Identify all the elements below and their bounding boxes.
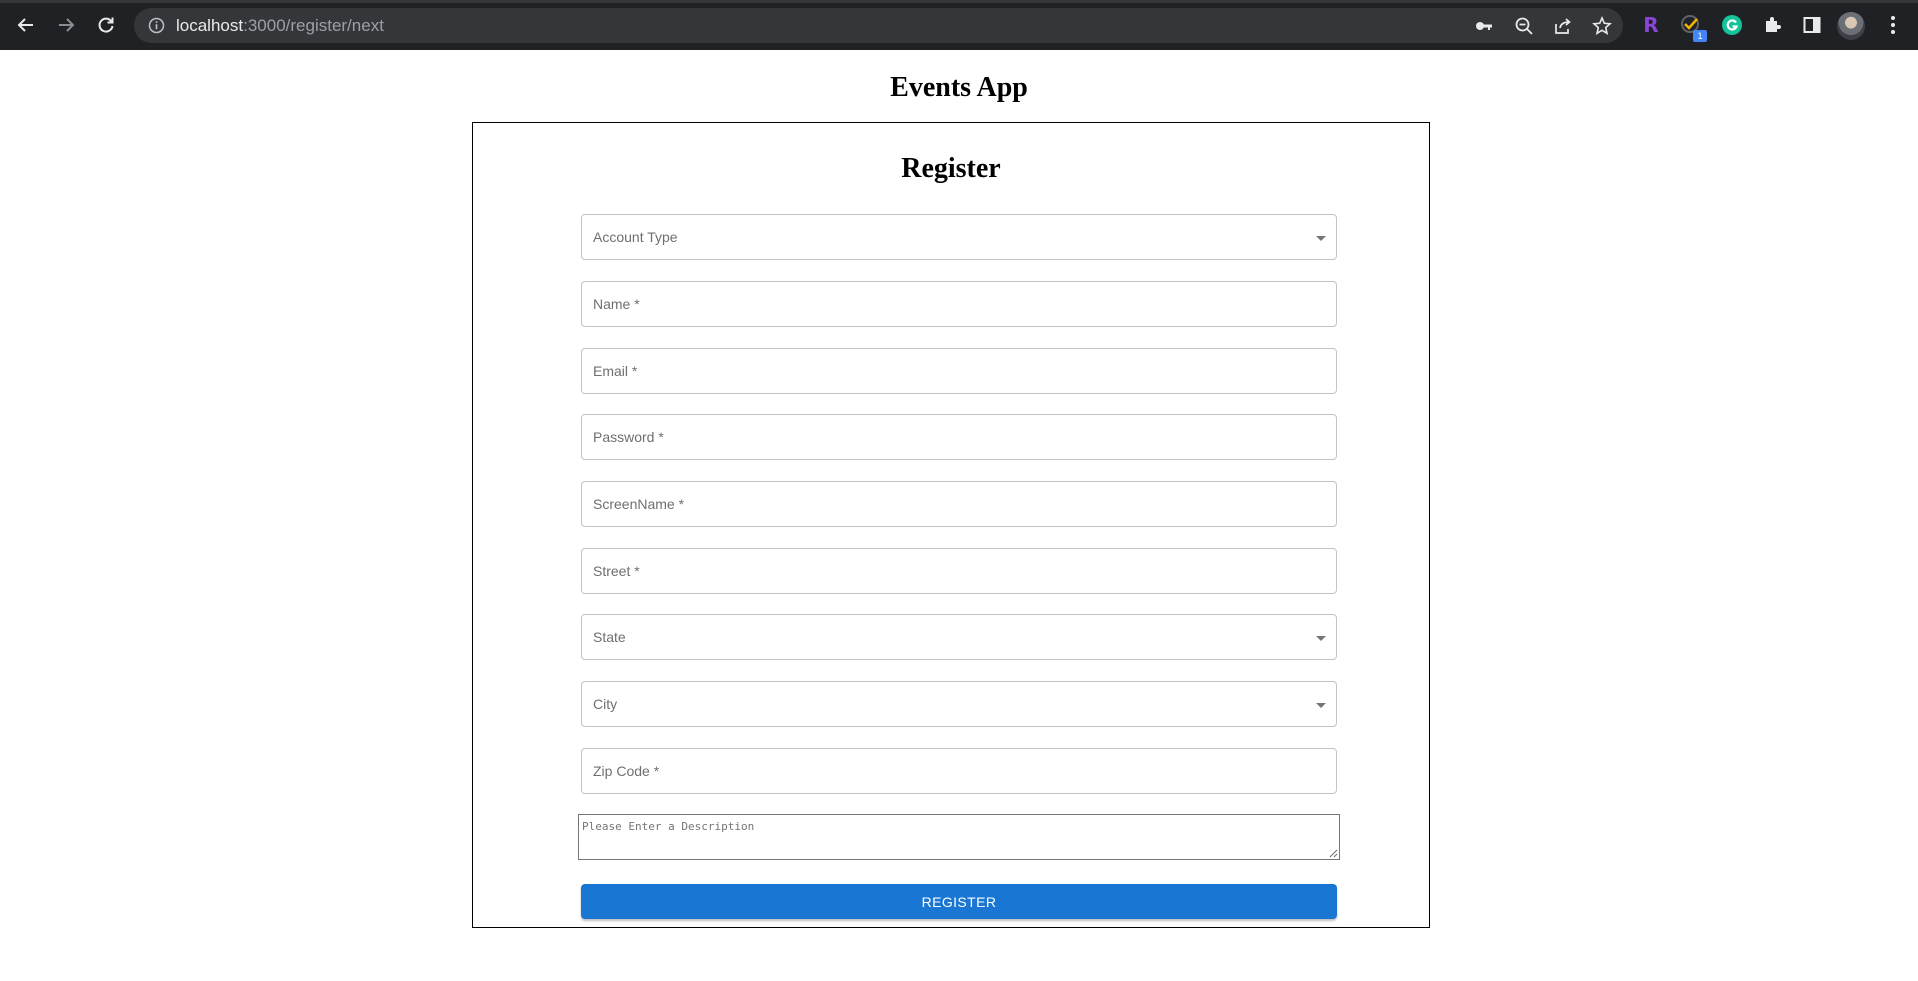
url-host: localhost: [176, 16, 244, 35]
dropdown-caret-icon: [1316, 236, 1326, 241]
form-title: Register: [901, 153, 1001, 184]
screen-name-label: ScreenName *: [593, 496, 685, 512]
r-extension-icon[interactable]: R: [1637, 11, 1665, 39]
register-button[interactable]: REGISTER: [581, 884, 1337, 919]
city-select[interactable]: City: [581, 681, 1337, 727]
email-label: Email *: [593, 363, 638, 379]
arrow-left-icon: [17, 18, 33, 32]
name-label: Name *: [593, 296, 640, 312]
side-panel-icon[interactable]: [1798, 11, 1826, 39]
email-field[interactable]: Email *: [581, 348, 1337, 394]
back-button[interactable]: [10, 9, 42, 41]
city-label: City: [593, 696, 618, 712]
app-title: Events App: [890, 72, 1028, 103]
dropdown-caret-icon: [1316, 636, 1326, 641]
name-field[interactable]: Name *: [581, 281, 1337, 327]
arrow-right-icon: [59, 18, 75, 32]
screen-name-field[interactable]: ScreenName *: [581, 481, 1337, 527]
share-icon[interactable]: [1553, 16, 1573, 36]
description-textarea[interactable]: Please Enter a Description: [578, 814, 1340, 860]
tab-strip-edge: [0, 0, 1918, 3]
site-info-icon[interactable]: [148, 17, 165, 34]
forward-button[interactable]: [50, 9, 82, 41]
extensions-puzzle-icon[interactable]: [1758, 11, 1786, 39]
street-label: Street *: [593, 563, 640, 579]
street-field[interactable]: Street *: [581, 548, 1337, 594]
zip-code-label: Zip Code *: [593, 763, 660, 779]
password-field[interactable]: Password *: [581, 414, 1337, 460]
state-select[interactable]: State: [581, 614, 1337, 660]
reload-button[interactable]: [90, 9, 122, 41]
state-label: State: [593, 629, 626, 645]
resize-grip-icon[interactable]: [1329, 849, 1338, 858]
dropdown-caret-icon: [1316, 703, 1326, 708]
account-type-label: Account Type: [593, 229, 678, 245]
extension-badge: 1: [1693, 30, 1707, 42]
task-extension-icon[interactable]: 1: [1677, 11, 1707, 42]
key-icon[interactable]: [1474, 16, 1494, 36]
register-form-card: Register Account Type Name * Email * Pas…: [472, 122, 1430, 928]
zip-code-field[interactable]: Zip Code *: [581, 748, 1337, 794]
address-bar[interactable]: localhost:3000/register/next: [134, 8, 1623, 43]
account-type-select[interactable]: Account Type: [581, 214, 1337, 260]
url-path: :3000/register/next: [243, 16, 384, 35]
profile-avatar[interactable]: [1837, 12, 1865, 40]
grammarly-icon[interactable]: [1718, 11, 1746, 39]
menu-kebab-icon[interactable]: [1879, 11, 1907, 39]
description-placeholder: Please Enter a Description: [582, 820, 755, 833]
browser-toolbar: localhost:3000/register/next R 1: [0, 0, 1918, 50]
password-label: Password *: [593, 429, 664, 445]
zoom-out-icon[interactable]: [1514, 16, 1534, 36]
star-bookmark-icon[interactable]: [1592, 16, 1612, 36]
url-text[interactable]: localhost:3000/register/next: [176, 16, 384, 36]
reload-icon: [98, 17, 114, 33]
